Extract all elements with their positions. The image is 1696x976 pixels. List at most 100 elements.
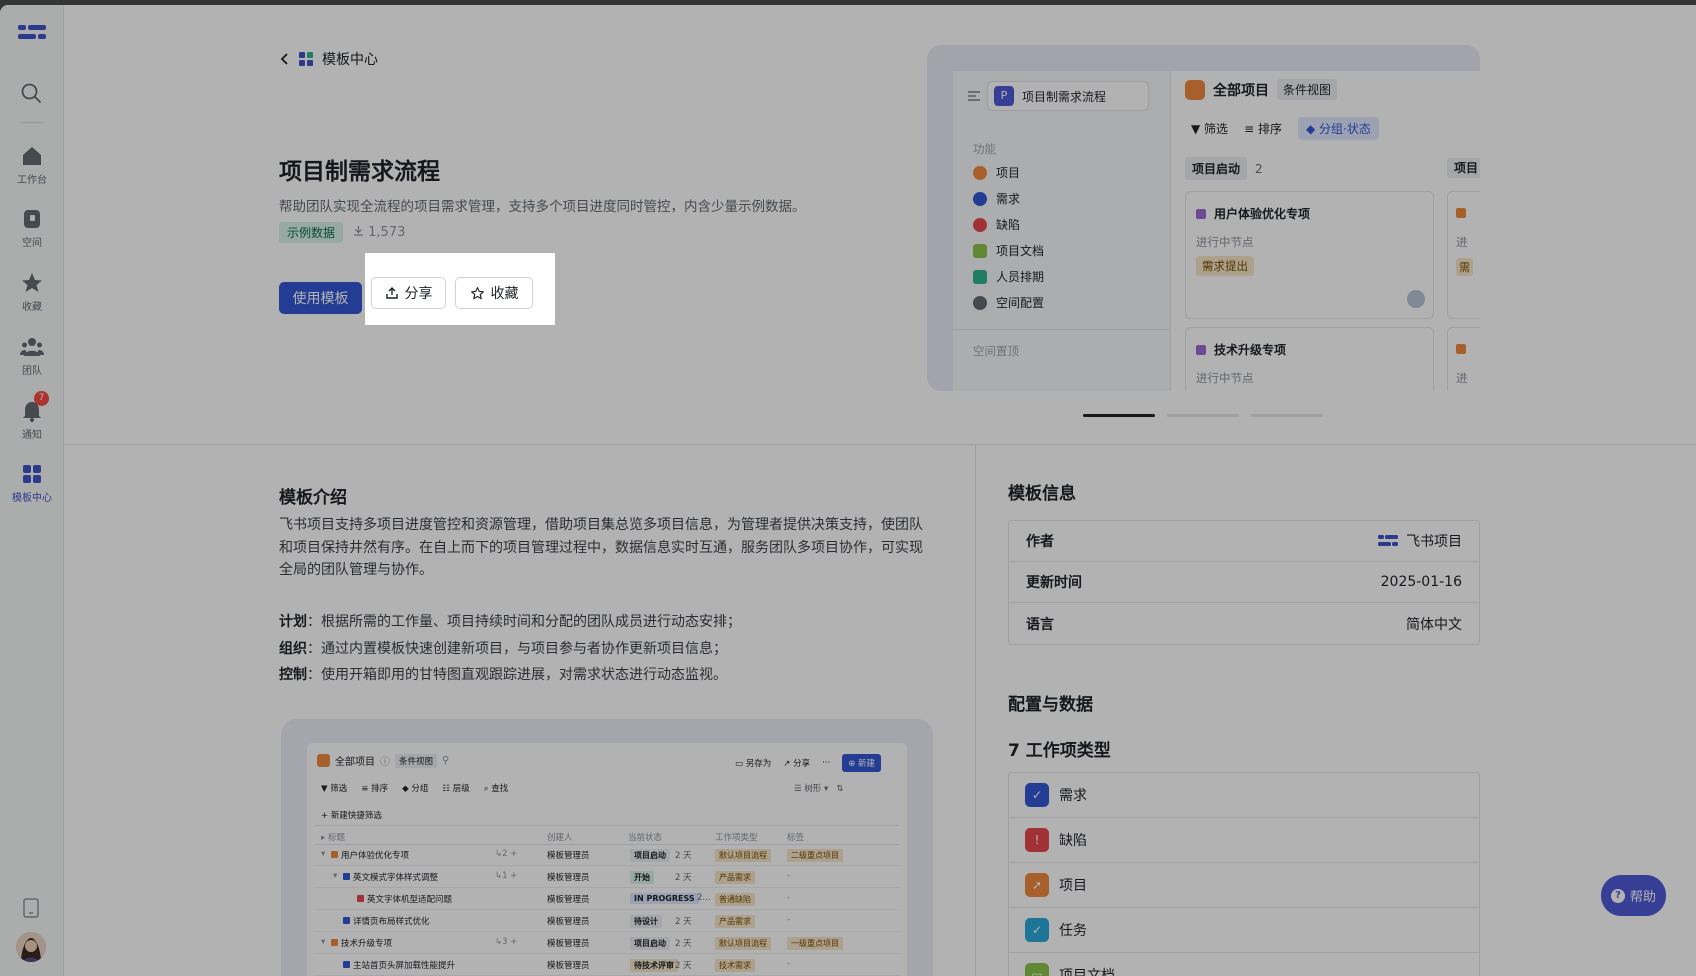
sidebar-item-template-center[interactable]: 模板中心 [0, 462, 64, 504]
schedule-icon [973, 269, 987, 284]
screenshot-view-type: 条件视图 [395, 753, 438, 768]
project-initial-icon: P [994, 86, 1014, 106]
intro-point: 计划：根据所需的工作量、项目持续时间和分配的团队成员进行动态安排； [279, 611, 741, 631]
screenshot-quick-filter: + 新建快捷筛选 [321, 811, 382, 821]
sidebar-item-space[interactable]: 空间 [0, 207, 64, 249]
info-icon: ⓘ [380, 757, 390, 768]
preview-card: 技术升级专项 进行中节点 [1185, 327, 1434, 391]
work-type-item[interactable]: ➚ 项目 [1009, 863, 1479, 908]
table-row-title: 用户体验优化专项 [341, 851, 410, 861]
work-type-item[interactable]: ✓ 任务 [1009, 908, 1479, 953]
screenshot-grid-line [315, 865, 899, 866]
table-row-creator: 模板管理员 [547, 873, 590, 883]
avatar [1407, 290, 1425, 308]
intro-screenshot: 全部项目 ⓘ 条件视图 ⚲ ▭ 另存为 ↗ 分享 ··· ⊕ 新建 ▼ 筛选 ≡… [281, 719, 933, 976]
preview-nav-label: 人员排期 [996, 270, 1045, 284]
app-logo-icon[interactable] [18, 22, 46, 46]
check-circle-icon [973, 191, 987, 206]
intro-point-key: 控制 [279, 667, 307, 683]
table-row-days: 2 天 [675, 873, 692, 883]
sidebar-item-notifications[interactable]: 7 通知 [0, 391, 64, 441]
preview-nav-label: 项目文档 [996, 244, 1045, 258]
info-row-updated: 更新时间 2025-01-16 [1009, 562, 1479, 603]
column-divider [975, 445, 976, 976]
expand-caret-icon: ▾ [321, 937, 326, 947]
table-row-type: 产品需求 [715, 871, 755, 884]
table-row-tag: - [787, 959, 791, 969]
preview-board: 全部项目 条件视图 ▼ 筛选 ≡ 排序 ◆ 分组·状态 项目启动 2 用户体验优… [1171, 71, 1480, 391]
intro-point-text: ：通过内置模板快速创建新项目，与项目参与者协作更新项目信息； [307, 641, 727, 657]
table-row-days: 2 天 [675, 851, 692, 861]
breadcrumb[interactable]: 模板中心 [280, 49, 378, 69]
sidebar-item-favorites[interactable]: 收藏 [0, 271, 64, 313]
expand-caret-icon: ▾ [321, 849, 326, 859]
intro-point-key: 计划 [279, 614, 307, 630]
avatar[interactable] [16, 932, 46, 962]
row-type-icon [357, 895, 364, 902]
table-row-creator: 模板管理员 [547, 961, 590, 971]
carousel-dot[interactable] [1167, 414, 1239, 417]
table-row-days: 2... [697, 893, 711, 903]
breadcrumb-label: 模板中心 [322, 52, 378, 68]
work-type-item[interactable]: ! 缺陷 [1009, 818, 1479, 863]
sample-data-tag: 示例数据 [279, 222, 344, 243]
info-row-author: 作者 飞书项目 [1009, 521, 1479, 562]
table-row-tag: 二级重点项目 [787, 849, 843, 862]
table-row-status: 开始 [630, 871, 654, 884]
preview-tool-sort: ≡ 排序 [1244, 122, 1282, 136]
preview-section-label: 功能 [973, 142, 996, 156]
sidebar-item-workbench[interactable]: 工作台 [0, 144, 64, 186]
use-template-button[interactable]: 使用模板 [279, 282, 362, 314]
rocket-icon [317, 754, 330, 767]
template-meta: 示例数据 1,573 [279, 222, 405, 243]
favorite-button[interactable]: 收藏 [455, 277, 533, 309]
sidebar: 工作台 空间 收藏 团队 7 通知 模板中心 [0, 5, 64, 976]
carousel-dot[interactable] [1083, 414, 1155, 417]
alert-icon: ! [1025, 828, 1049, 852]
help-label: 帮助 [1629, 890, 1656, 905]
preview-card: 用户体验优化专项 进行中节点 需求提出 [1185, 191, 1434, 319]
table-row-type: 默认项目流程 [715, 849, 771, 862]
sidebar-item-team[interactable]: 团队 [0, 335, 64, 377]
preview-nav-label: 需求 [996, 192, 1021, 206]
preview-card-title: 技术升级专项 [1214, 343, 1287, 357]
preview-card-node: 需求提出 [1196, 256, 1254, 276]
rocket-icon [1185, 79, 1205, 100]
info-row-language: 语言 简体中文 [1009, 603, 1479, 644]
team-icon [20, 338, 44, 356]
preview-column-count: 2 [1255, 161, 1263, 176]
template-preview-carousel[interactable]: P 项目制需求流程 功能 项目 需求 缺陷 项目文档 人员排期 空间配置 空间置… [927, 45, 1480, 391]
screenshot-table-view: 全部项目 ⓘ 条件视图 ⚲ ▭ 另存为 ↗ 分享 ··· ⊕ 新建 ▼ 筛选 ≡… [307, 743, 907, 976]
alert-icon [973, 217, 987, 232]
mobile-icon[interactable] [23, 898, 39, 918]
search-icon[interactable] [20, 82, 42, 104]
favorite-button-label: 收藏 [490, 286, 519, 302]
sidebar-item-label: 收藏 [22, 302, 42, 313]
preview-project-name: 项目制需求流程 [1022, 89, 1107, 104]
screenshot-more: ··· [822, 758, 831, 768]
intro-point-key: 组织 [279, 641, 307, 657]
table-row-creator: 模板管理员 [547, 917, 590, 927]
page-title: 项目制需求流程 [279, 159, 440, 185]
config-title: 配置与数据 [1008, 695, 1093, 715]
screenshot-col-type: 工作项类型 [715, 833, 758, 843]
work-types-list: ✓ 需求 ! 缺陷 ➚ 项目 ✓ 任务 ▭ 项目文档 [1008, 772, 1480, 976]
preview-tool-filter: ▼ 筛选 [1191, 122, 1229, 136]
table-row-days: 2 天 [675, 917, 692, 927]
screenshot-col-tag: 标签 [787, 833, 805, 843]
table-row-tag: - [787, 871, 791, 881]
share-button[interactable]: 分享 [371, 277, 446, 309]
table-row-creator: 模板管理员 [547, 939, 590, 949]
help-button[interactable]: ? 帮助 [1601, 875, 1666, 916]
carousel-dot[interactable] [1251, 414, 1323, 417]
template-center-icon [299, 52, 313, 66]
preview-nav-item: 项目 [973, 164, 1020, 181]
info-value-text: 飞书项目 [1406, 534, 1462, 550]
sidebar-item-label: 通知 [22, 430, 42, 441]
preview-card-node: 需 [1456, 258, 1473, 276]
screenshot-actions: ▭ 另存为 ↗ 分享 ··· ⊕ 新建 [735, 754, 882, 772]
work-type-item[interactable]: ✓ 需求 [1009, 773, 1479, 818]
sidebar-item-label: 团队 [22, 366, 42, 377]
screenshot-view-title: 全部项目 [335, 757, 375, 768]
work-type-item[interactable]: ▭ 项目文档 [1009, 953, 1479, 976]
